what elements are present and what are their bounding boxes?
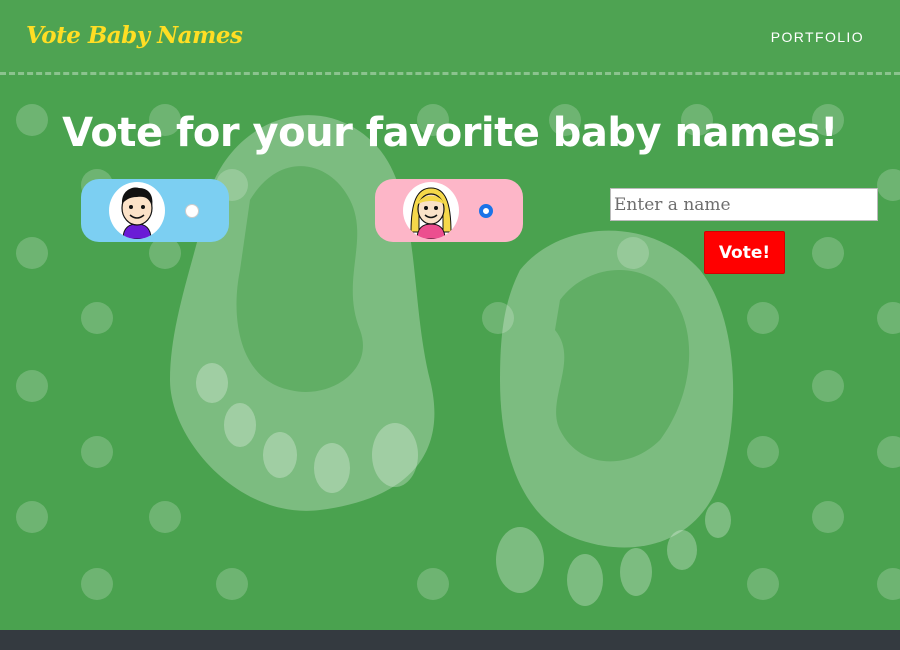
boy-radio[interactable] — [185, 204, 199, 218]
footer — [0, 630, 900, 650]
girl-radio[interactable] — [479, 204, 493, 218]
vote-button[interactable]: Vote! — [704, 231, 785, 274]
page-title: Vote for your favorite baby names! — [62, 110, 838, 156]
background-pattern — [16, 104, 900, 606]
navbar: Vote Baby Names PORTFOLIO — [0, 0, 900, 75]
brand-logo[interactable]: Vote Baby Names — [26, 22, 243, 49]
girl-avatar — [403, 182, 459, 239]
boy-avatar — [109, 182, 165, 239]
boy-option-card[interactable] — [81, 179, 229, 242]
nav-link-portfolio[interactable]: PORTFOLIO — [771, 29, 864, 45]
girl-option-card[interactable] — [375, 179, 523, 242]
name-input[interactable] — [610, 188, 878, 221]
navbar-divider — [0, 72, 900, 75]
